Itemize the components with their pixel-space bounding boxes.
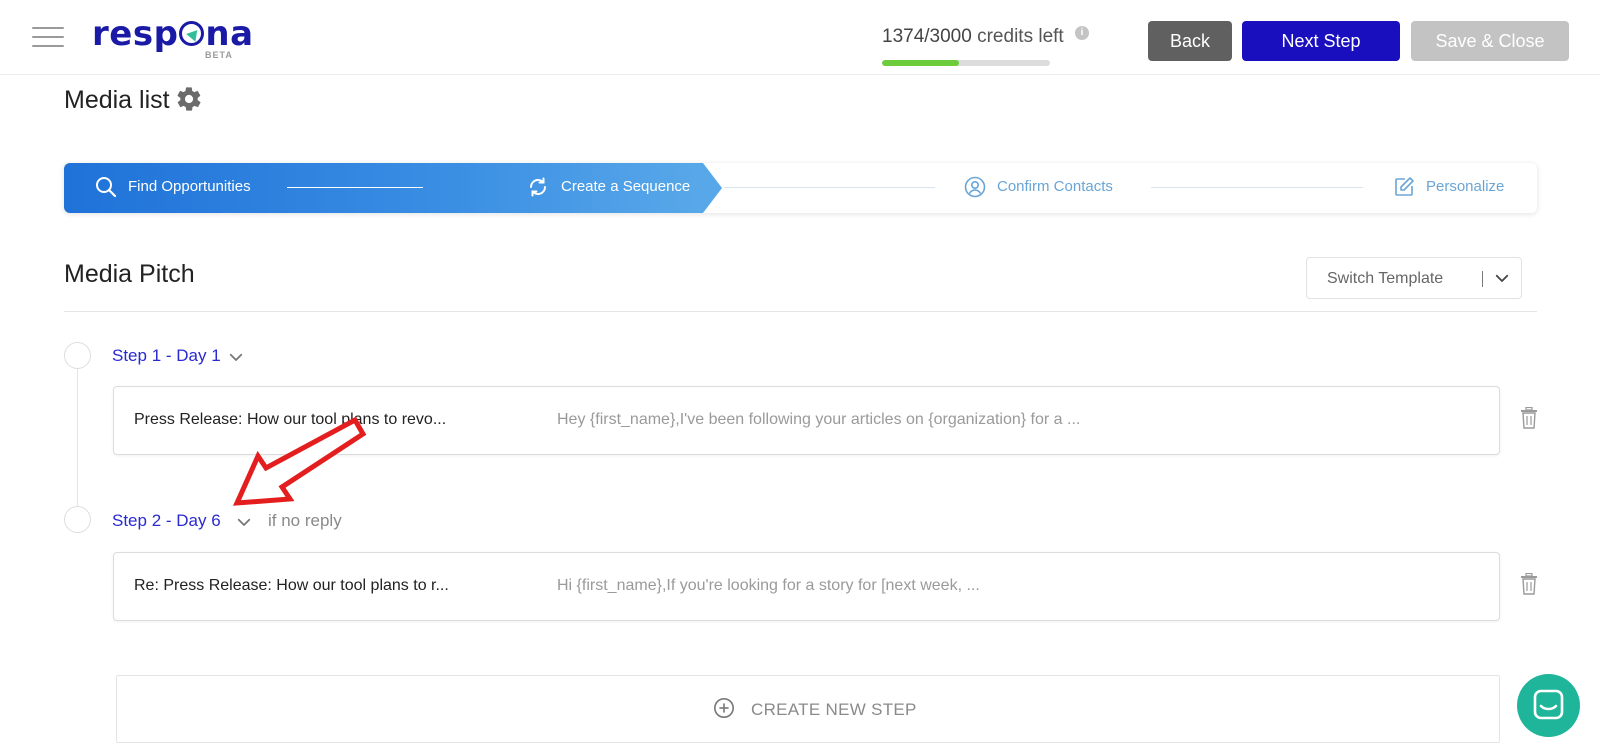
step-1-label[interactable]: Step 1 - Day 1 xyxy=(112,346,221,366)
chat-icon xyxy=(1533,689,1564,720)
plus-circle-icon xyxy=(714,698,734,718)
annotation-arrow-icon xyxy=(233,416,367,506)
chevron-down-icon[interactable] xyxy=(1493,269,1511,287)
create-new-step-button[interactable]: CREATE NEW STEP xyxy=(116,675,1500,743)
chat-widget-button[interactable] xyxy=(1517,674,1580,737)
save-close-button[interactable]: Save & Close xyxy=(1411,21,1569,61)
switch-template-dropdown[interactable]: Switch Template xyxy=(1306,257,1522,299)
menu-icon[interactable] xyxy=(32,27,64,49)
gear-icon[interactable] xyxy=(175,85,203,113)
credits-progress-fill xyxy=(882,60,959,66)
switch-template-label: Switch Template xyxy=(1327,270,1444,287)
timeline-line xyxy=(77,368,78,520)
stepper-step-personalize[interactable]: Personalize xyxy=(1426,178,1504,195)
step-1-trash-icon[interactable] xyxy=(1520,407,1538,429)
step-2-email-preview: Hi {first_name},If you're looking for a … xyxy=(557,577,980,594)
step-2-trash-icon[interactable] xyxy=(1520,573,1538,595)
logo[interactable]: resp na xyxy=(92,14,254,54)
step-1-marker xyxy=(64,342,91,369)
back-button[interactable]: Back xyxy=(1148,21,1232,61)
divider xyxy=(64,311,1537,312)
progress-stepper: Find Opportunities Create a Sequence Con… xyxy=(64,163,1537,213)
stepper-step-confirm-contacts[interactable]: Confirm Contacts xyxy=(997,178,1113,195)
step-2-email-card[interactable]: Re: Press Release: How our tool plans to… xyxy=(113,552,1500,621)
step-2-email-subject: Re: Press Release: How our tool plans to… xyxy=(134,577,449,594)
refresh-icon xyxy=(529,177,547,197)
step-2-marker xyxy=(64,506,91,533)
stepper-step-create-sequence[interactable]: Create a Sequence xyxy=(561,178,690,195)
create-new-step-label: CREATE NEW STEP xyxy=(751,700,917,719)
step-2-chevron-down-icon[interactable] xyxy=(235,513,253,531)
step-1-email-card[interactable]: Press Release: How our tool plans to rev… xyxy=(113,386,1500,455)
page-title: Media list xyxy=(64,86,170,114)
step-1-email-subject: Press Release: How our tool plans to rev… xyxy=(134,411,447,428)
step-2-label[interactable]: Step 2 - Day 6 xyxy=(112,511,221,531)
step-1-chevron-down-icon[interactable] xyxy=(227,348,245,366)
step-1-email-preview: Hey {first_name},I've been following you… xyxy=(557,411,1081,428)
credits-progress-bar xyxy=(882,60,1050,66)
search-icon xyxy=(96,177,117,198)
edit-icon xyxy=(1395,177,1414,196)
next-step-button[interactable]: Next Step xyxy=(1242,21,1400,61)
top-bar: resp na BETA 1374/3000 credits left i Bac… xyxy=(0,0,1600,75)
credits-counter: 1374/3000 credits left xyxy=(882,26,1064,47)
step-2-condition: if no reply xyxy=(268,511,342,530)
info-icon[interactable]: i xyxy=(1075,26,1089,40)
beta-label: BETA xyxy=(205,50,233,60)
stepper-step-find-opportunities[interactable]: Find Opportunities xyxy=(128,178,251,195)
user-circle-icon xyxy=(964,176,986,198)
sequence-title: Media Pitch xyxy=(64,260,195,288)
